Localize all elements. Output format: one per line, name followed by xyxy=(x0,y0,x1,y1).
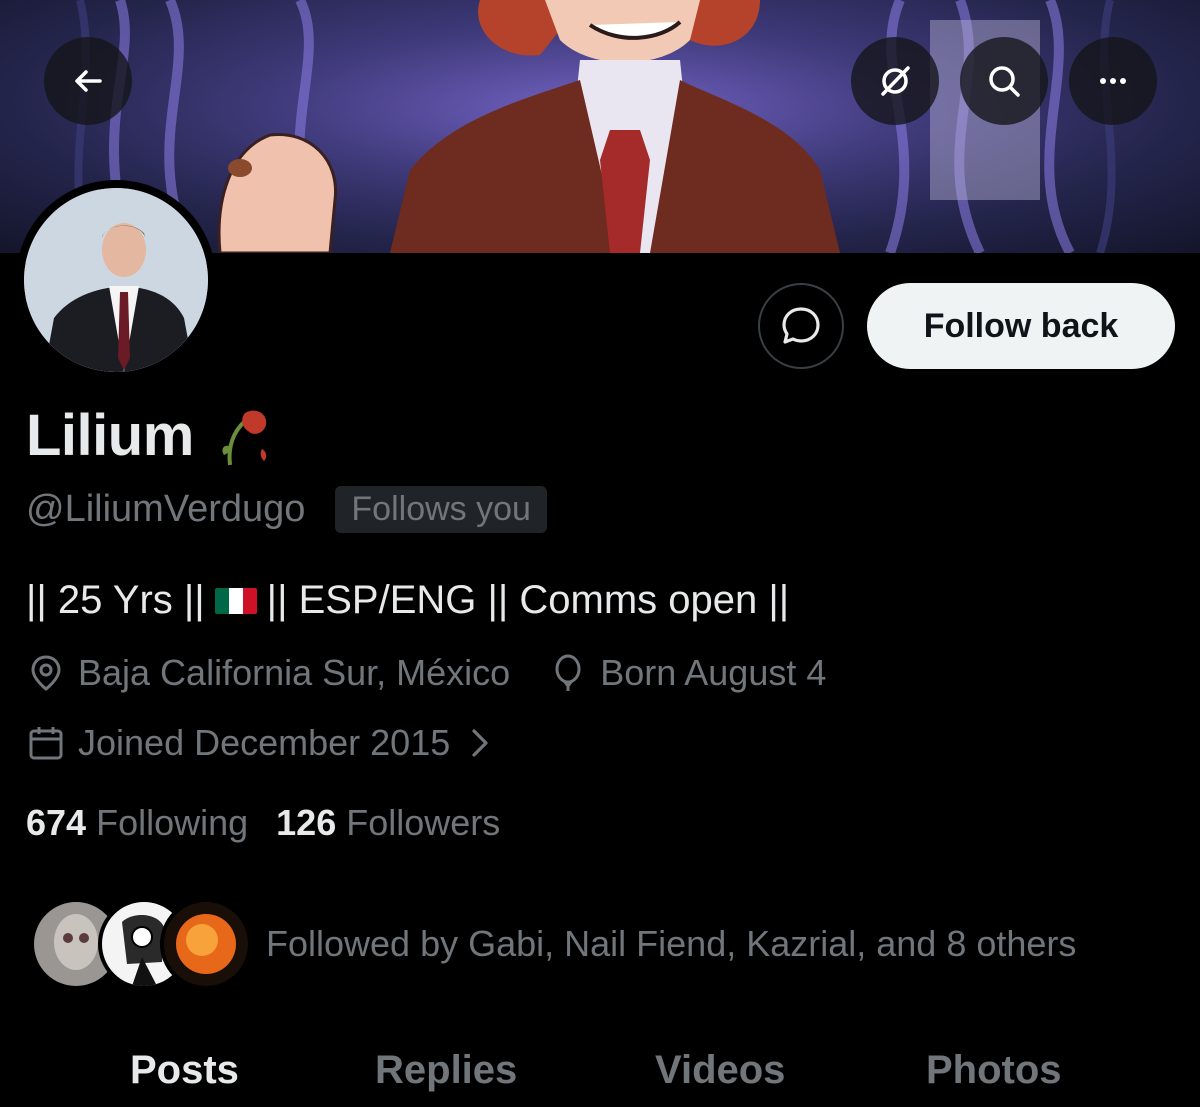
profile-name-row: Lilium xyxy=(26,402,276,469)
arrow-left-icon xyxy=(75,70,102,92)
grok-button[interactable] xyxy=(851,37,939,125)
tab-replies[interactable]: Replies xyxy=(375,1048,517,1093)
more-icon xyxy=(1100,78,1126,84)
followers-count: 126 xyxy=(276,802,337,843)
followers-label: Followers xyxy=(346,802,501,843)
location-text: Baja California Sur, México xyxy=(78,652,511,693)
more-button[interactable] xyxy=(1069,37,1157,125)
message-icon xyxy=(782,307,820,344)
location-pin-icon xyxy=(31,655,61,691)
following-label: Following xyxy=(96,802,249,843)
handle-row: @LiliumVerdugo Follows you xyxy=(26,486,547,533)
followed-by-avatars xyxy=(30,898,252,990)
bio-text-end: || ESP/ENG || Comms open || xyxy=(266,578,790,622)
search-icon xyxy=(989,66,1020,97)
follow-back-button[interactable]: Follow back xyxy=(867,283,1175,369)
username-handle: @LiliumVerdugo xyxy=(26,488,306,530)
wilted-rose-icon xyxy=(222,410,266,465)
followed-by-row[interactable]: Followed by Gabi, Nail Fiend, Kazrial, a… xyxy=(30,898,1076,990)
display-name: Lilium xyxy=(26,403,194,468)
joined-row[interactable]: Joined December 2015 xyxy=(26,722,500,764)
location: Baja California Sur, México xyxy=(26,652,510,694)
follows-you-badge: Follows you xyxy=(335,486,547,533)
following-count: 674 xyxy=(26,802,87,843)
profile-tabs: Posts Replies Videos Photos xyxy=(0,1040,1200,1107)
tab-posts[interactable]: Posts xyxy=(130,1048,239,1093)
back-button[interactable] xyxy=(44,37,132,125)
tab-photos[interactable]: Photos xyxy=(926,1048,1062,1093)
profile-meta-row: Baja California Sur, México Born August … xyxy=(26,652,826,694)
bio-text-start: || 25 Yrs || xyxy=(26,578,205,622)
calendar-icon xyxy=(29,727,63,760)
avatar-photo xyxy=(24,188,208,372)
follow-stats: 674 Following 126 Followers xyxy=(26,802,528,844)
search-button[interactable] xyxy=(960,37,1048,125)
followed-by-text: Followed by Gabi, Nail Fiend, Kazrial, a… xyxy=(266,923,1077,964)
chevron-right-icon xyxy=(472,729,488,757)
follower-avatar-3 xyxy=(160,898,252,990)
grok-icon xyxy=(881,66,910,96)
tab-videos[interactable]: Videos xyxy=(655,1048,785,1093)
birthday-text: Born August 4 xyxy=(600,652,827,693)
balloon-icon xyxy=(555,654,581,691)
message-button[interactable] xyxy=(758,283,844,369)
following-link[interactable]: 674 Following xyxy=(26,802,248,844)
profile-bio: || 25 Yrs || || ESP/ENG || Comms open || xyxy=(26,578,789,623)
joined-text: Joined December 2015 xyxy=(78,722,451,763)
profile-avatar[interactable] xyxy=(16,180,216,380)
mexico-flag-icon xyxy=(214,587,257,614)
followers-link[interactable]: 126 Followers xyxy=(276,802,500,844)
birthday: Born August 4 xyxy=(548,652,826,694)
